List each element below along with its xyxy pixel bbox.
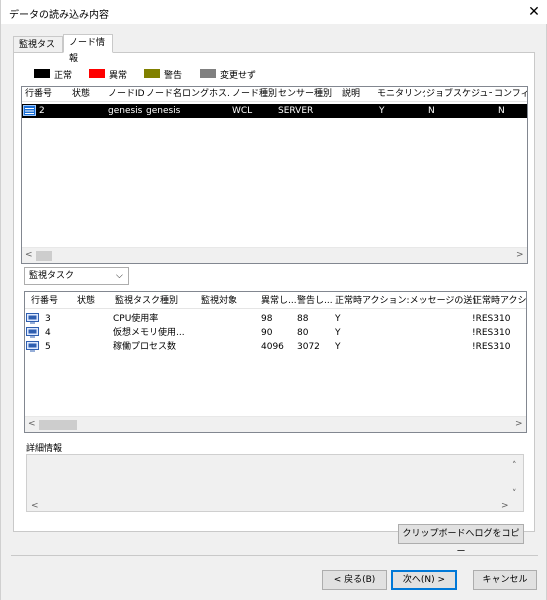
cancel-button[interactable]: キャンセル	[473, 570, 537, 590]
footer-divider	[11, 555, 538, 556]
chevron-down-icon: ⌵	[116, 271, 123, 281]
task-table-hscrollbar[interactable]: < >	[25, 416, 526, 432]
legend-label-normal: 正常	[54, 71, 73, 81]
table-row[interactable]: 3 CPU使用率 98 88 Y !RES310	[25, 312, 526, 326]
column-header[interactable]: 監視タスク種別	[115, 294, 195, 308]
scroll-right-arrow[interactable]: >	[515, 419, 523, 429]
cell-config: N	[498, 106, 505, 116]
scroll-left-arrow[interactable]: <	[28, 419, 36, 429]
column-header[interactable]: コンフィグ...	[494, 87, 527, 101]
server-row-icon	[23, 105, 36, 116]
cell-normal-action: !RES310	[472, 314, 511, 324]
scroll-left-arrow[interactable]: <	[31, 501, 39, 511]
column-header[interactable]: ノード種別	[232, 87, 278, 101]
task-table-header: 行番号 状態 監視タスク種別 監視対象 異常し... 警告し... 正常時アクシ…	[25, 294, 526, 309]
data-import-dialog: データの読み込み内容 ✕ 監視タスク ノード情報 正常 異常 警告 変更せず 行…	[0, 0, 547, 600]
node-info-table[interactable]: 行番号 状態 ノードID ノード名 ロングホス... ノード種別 センサー種別 …	[21, 86, 528, 264]
cell-row-no: 5	[45, 342, 51, 352]
legend-swatch-error	[89, 69, 105, 78]
title-bar: データの読み込み内容 ✕	[1, 0, 547, 24]
cell-row-no: 2	[39, 106, 45, 116]
table-row[interactable]: 2 genesis genesis WCL SERVER Y N N	[22, 104, 527, 118]
cell-task-type: 稼働プロセス数	[113, 342, 177, 352]
task-type-dropdown[interactable]: 監視タスク ⌵	[24, 267, 129, 285]
back-button[interactable]: < 戻る(B)	[322, 570, 387, 590]
column-header[interactable]: ロングホス...	[182, 87, 230, 101]
column-header[interactable]: ノードID	[108, 87, 144, 101]
cell-warning-threshold: 80	[297, 328, 309, 338]
monitor-task-icon	[26, 341, 39, 352]
legend-label-warning: 警告	[164, 71, 183, 81]
cell-send-message: Y	[335, 314, 341, 324]
monitor-task-table[interactable]: 行番号 状態 監視タスク種別 監視対象 異常し... 警告し... 正常時アクシ…	[24, 291, 527, 433]
details-group-label: 詳細情報	[26, 444, 63, 454]
scroll-thumb[interactable]	[39, 420, 77, 430]
dialog-title: データの読み込み内容	[9, 10, 109, 21]
dropdown-selected-value: 監視タスク	[29, 271, 75, 281]
table-row[interactable]: 5 稼働プロセス数 4096 3072 Y !RES310	[25, 340, 526, 354]
column-header[interactable]: 異常し...	[261, 294, 297, 308]
column-header[interactable]: ノード名	[146, 87, 182, 101]
cell-error-threshold: 98	[261, 314, 273, 324]
legend-label-unchanged: 変更せず	[220, 71, 257, 81]
monitor-task-icon	[26, 313, 39, 324]
cell-warning-threshold: 3072	[297, 342, 320, 352]
cell-error-threshold: 4096	[261, 342, 284, 352]
column-header[interactable]: 正常時アクシ	[473, 294, 526, 308]
scroll-thumb[interactable]	[36, 251, 52, 261]
tab-panel: 正常 異常 警告 変更せず 行番号 状態 ノードID ノード名 ロングホス...…	[13, 52, 535, 532]
legend-swatch-unchanged	[200, 69, 216, 78]
table-row[interactable]: 4 仮想メモリ使用... 90 80 Y !RES310	[25, 326, 526, 340]
scroll-left-arrow[interactable]: <	[25, 250, 33, 260]
cell-send-message: Y	[335, 328, 341, 338]
node-table-hscrollbar[interactable]: < >	[22, 247, 527, 263]
cell-monitoring: Y	[379, 106, 385, 116]
next-button[interactable]: 次へ(N) >	[391, 570, 457, 590]
cell-task-type: CPU使用率	[113, 314, 159, 324]
monitor-task-icon	[26, 327, 39, 338]
legend-swatch-warning	[144, 69, 160, 78]
cell-node-type: WCL	[232, 106, 253, 116]
cell-node-id: genesis	[108, 106, 143, 116]
column-header[interactable]: 監視対象	[201, 294, 251, 308]
scroll-right-arrow[interactable]: >	[516, 250, 524, 260]
cell-task-type: 仮想メモリ使用...	[113, 328, 185, 338]
cell-job-schedule: N	[428, 106, 435, 116]
column-header[interactable]: モニタリング	[377, 87, 425, 101]
cell-row-no: 3	[45, 314, 51, 324]
legend-swatch-normal	[34, 69, 50, 78]
column-header[interactable]: 状態	[77, 294, 107, 308]
status-legend: 正常 異常 警告 変更せず	[34, 68, 334, 81]
column-header[interactable]: 正常時アクション:メッセージの送信	[335, 294, 475, 308]
details-textbox[interactable]: ˄ ˅ < >	[26, 454, 524, 512]
copy-log-to-clipboard-button[interactable]: クリップボードへログをコピー	[398, 524, 524, 557]
cell-normal-action: !RES310	[472, 328, 511, 338]
column-header[interactable]: 状態	[72, 87, 104, 101]
scroll-up-arrow[interactable]: ˄	[512, 461, 517, 471]
tab-node-info[interactable]: ノード情報	[63, 34, 113, 64]
scroll-down-arrow[interactable]: ˅	[512, 489, 517, 499]
scroll-right-arrow[interactable]: >	[501, 501, 509, 511]
column-header[interactable]: 説明	[342, 87, 372, 101]
cell-error-threshold: 90	[261, 328, 273, 338]
cell-node-name: genesis	[146, 106, 181, 116]
cell-row-no: 4	[45, 328, 51, 338]
node-table-header: 行番号 状態 ノードID ノード名 ロングホス... ノード種別 センサー種別 …	[22, 87, 527, 102]
column-header[interactable]: 行番号	[25, 87, 67, 101]
column-header[interactable]: ジョブスケジュール	[426, 87, 492, 101]
cell-send-message: Y	[335, 342, 341, 352]
cell-warning-threshold: 88	[297, 314, 309, 324]
cell-normal-action: !RES310	[472, 342, 511, 352]
legend-label-error: 異常	[109, 71, 128, 81]
column-header[interactable]: 行番号	[31, 294, 67, 308]
cell-sensor-type: SERVER	[278, 106, 314, 116]
column-header[interactable]: 警告し...	[297, 294, 335, 308]
close-button[interactable]: ✕	[524, 3, 544, 21]
column-header[interactable]: センサー種別	[278, 87, 332, 101]
